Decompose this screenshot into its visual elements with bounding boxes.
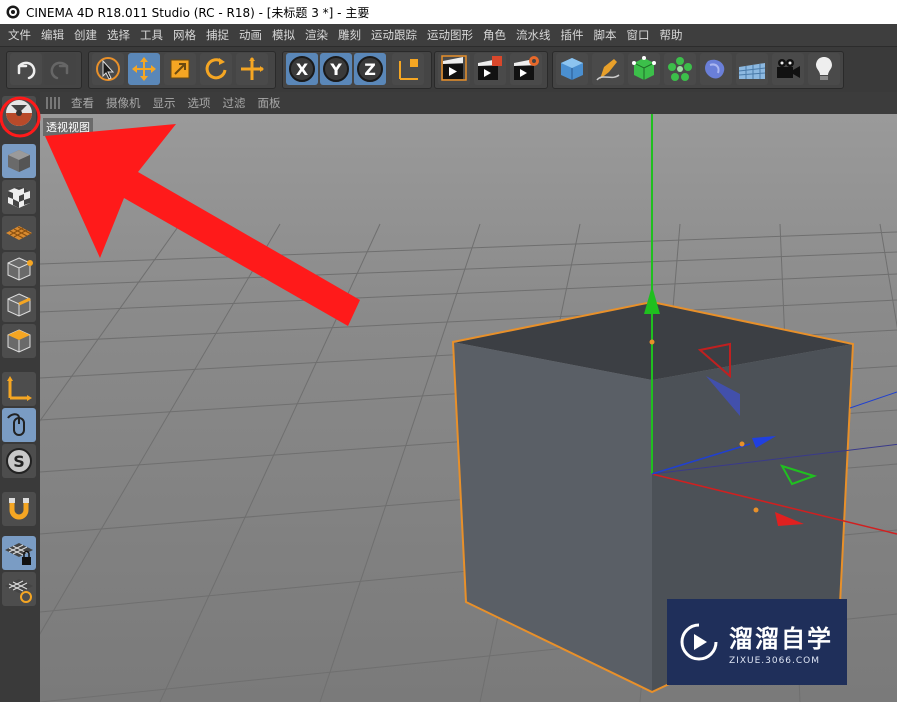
- menu-pipeline[interactable]: 流水线: [510, 27, 555, 43]
- mode-toolbar: S: [0, 92, 41, 702]
- menu-animate[interactable]: 动画: [233, 27, 266, 43]
- watermark-title: 溜溜自学: [729, 624, 833, 653]
- watermark: 溜溜自学 ZIXUE.3066.COM: [667, 599, 847, 685]
- workplane-align-icon[interactable]: [2, 572, 36, 606]
- menu-help[interactable]: 帮助: [654, 27, 687, 43]
- z-axis-handle[interactable]: [739, 441, 745, 447]
- subdivision-icon[interactable]: [628, 53, 660, 85]
- watermark-url: ZIXUE.3066.COM: [729, 655, 821, 666]
- pen-icon[interactable]: [592, 53, 624, 85]
- title-bar: CINEMA 4D R18.011 Studio (RC - R18) - [未…: [0, 0, 897, 24]
- texture-mode-icon[interactable]: [2, 180, 36, 214]
- x-axis-icon[interactable]: X: [286, 53, 318, 85]
- main-menubar: 文件 编辑 创建 选择 工具 网格 捕捉 动画 模拟 渲染 雕刻 运动跟踪 运动…: [0, 24, 897, 46]
- viewport-menu-view[interactable]: 查看: [66, 95, 101, 111]
- camera-icon[interactable]: [772, 53, 804, 85]
- light-icon[interactable]: [808, 53, 840, 85]
- view-mode-icon[interactable]: [2, 96, 36, 130]
- svg-text:Z: Z: [364, 60, 376, 79]
- array-icon[interactable]: [664, 53, 696, 85]
- snap-icon[interactable]: [2, 492, 36, 526]
- svg-text:X: X: [296, 60, 309, 79]
- menu-file[interactable]: 文件: [0, 27, 35, 43]
- floor-icon[interactable]: [736, 53, 768, 85]
- menu-tools[interactable]: 工具: [134, 27, 167, 43]
- points-mode-icon[interactable]: [2, 252, 36, 286]
- model-mode-icon[interactable]: [2, 144, 36, 178]
- menu-select[interactable]: 选择: [101, 27, 134, 43]
- z-axis-icon[interactable]: Z: [354, 53, 386, 85]
- viewport-label: 透视视图: [43, 118, 93, 136]
- y-axis-icon[interactable]: Y: [320, 53, 352, 85]
- menu-sculpt[interactable]: 雕刻: [332, 27, 365, 43]
- menu-snap[interactable]: 捕捉: [200, 27, 233, 43]
- svg-text:S: S: [13, 452, 25, 471]
- viewport-menu-filter[interactable]: 过滤: [218, 95, 253, 111]
- menu-edit[interactable]: 编辑: [35, 27, 68, 43]
- deformer-icon[interactable]: [700, 53, 732, 85]
- undo-icon[interactable]: [10, 53, 42, 85]
- menu-mograph[interactable]: 运动图形: [421, 27, 477, 43]
- y-axis-handle[interactable]: [649, 339, 655, 345]
- panel-grip-icon[interactable]: [46, 97, 60, 109]
- workplane-icon[interactable]: [2, 216, 36, 250]
- viewport-menu-panel[interactable]: 面板: [253, 95, 288, 111]
- render-view-icon[interactable]: [438, 53, 470, 85]
- menu-plugins[interactable]: 插件: [555, 27, 588, 43]
- move-icon[interactable]: [128, 53, 160, 85]
- menu-mesh[interactable]: 网格: [167, 27, 200, 43]
- viewport-menu-cameras[interactable]: 摄像机: [101, 95, 148, 111]
- menu-character[interactable]: 角色: [477, 27, 510, 43]
- cube-icon[interactable]: [556, 53, 588, 85]
- menu-render[interactable]: 渲染: [299, 27, 332, 43]
- menu-motion-tracking[interactable]: 运动跟踪: [365, 27, 421, 43]
- edges-mode-icon[interactable]: [2, 288, 36, 322]
- viewport-menubar: 查看 摄像机 显示 选项 过滤 面板: [40, 92, 897, 114]
- watermark-logo-icon: [680, 623, 718, 661]
- viewport-menu-display[interactable]: 显示: [148, 95, 183, 111]
- cinema4d-app-icon: [6, 5, 20, 19]
- scale-icon[interactable]: [164, 53, 196, 85]
- last-tool-icon[interactable]: [236, 53, 268, 85]
- coordinate-system-icon[interactable]: [392, 53, 424, 85]
- menu-create[interactable]: 创建: [68, 27, 101, 43]
- axis-mode-icon[interactable]: [2, 372, 36, 406]
- x-axis-handle[interactable]: [753, 507, 759, 513]
- redo-icon[interactable]: [44, 53, 76, 85]
- menu-window[interactable]: 窗口: [621, 27, 654, 43]
- live-selection-icon[interactable]: [92, 53, 124, 85]
- svg-text:Y: Y: [329, 60, 342, 79]
- menu-simulate[interactable]: 模拟: [266, 27, 299, 43]
- tweak-mode-icon[interactable]: [2, 408, 36, 442]
- polygons-mode-icon[interactable]: [2, 324, 36, 358]
- viewport-menu-options[interactable]: 选项: [183, 95, 218, 111]
- menu-script[interactable]: 脚本: [588, 27, 621, 43]
- render-settings-icon[interactable]: [510, 53, 542, 85]
- rotate-icon[interactable]: [200, 53, 232, 85]
- lock-workplane-icon[interactable]: [2, 536, 36, 570]
- render-to-picture-viewer-icon[interactable]: [474, 53, 506, 85]
- window-title: CINEMA 4D R18.011 Studio (RC - R18) - [未…: [26, 5, 370, 20]
- command-toolbar: X Y Z: [0, 46, 897, 93]
- solo-mode-icon[interactable]: S: [2, 444, 36, 478]
- perspective-viewport[interactable]: 透视视图 溜溜自学 ZIXUE.3066.COM: [40, 114, 897, 702]
